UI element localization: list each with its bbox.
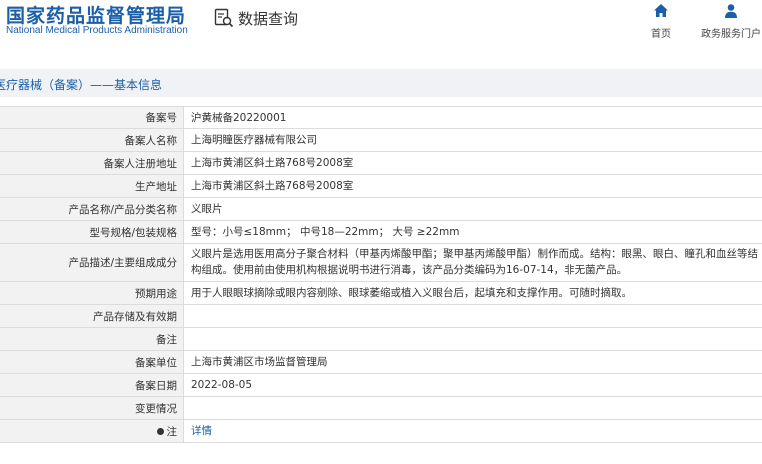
table-row: 产品名称/产品分类名称 义眼片: [0, 198, 762, 221]
row-label: 备案人名称: [0, 129, 184, 151]
data-query-icon: [214, 8, 234, 28]
table-row: 变更情况: [0, 397, 762, 420]
row-value: 上海市黄浦区斜土路768号2008室: [191, 157, 354, 169]
nav-service-portal[interactable]: 政务服务门户: [700, 3, 762, 40]
table-row: 产品存储及有效期: [0, 305, 762, 328]
product-description-text: 义眼片是选用医用高分子聚合材料（甲基丙烯酸甲酯；聚甲基丙烯酸甲酯）制作而成。结构…: [191, 248, 758, 276]
table-row: 备注: [0, 328, 762, 351]
record-info-table: 备案号 沪黄械备20220001 备案人名称 上海明瞳医疗器械有限公司 备案人注…: [0, 106, 762, 443]
row-value: 上海市黄浦区斜土路768号2008室: [191, 180, 354, 192]
table-row: 备案单位 上海市黄浦区市场监督管理局: [0, 351, 762, 374]
row-label: 产品描述/主要组成成分: [0, 244, 184, 281]
row-value: 义眼片: [191, 203, 223, 215]
row-label: 变更情况: [0, 397, 184, 419]
row-label: 备案号: [0, 107, 184, 128]
note-label-text: 注: [166, 425, 178, 438]
table-row: 预期用途 用于人眼眼球摘除或眼内容剜除、眼球萎缩或植入义眼台后，起填充和支撑作用…: [0, 282, 762, 305]
table-row: 生产地址 上海市黄浦区斜土路768号2008室: [0, 175, 762, 198]
table-row: 型号规格/包装规格 型号：小号≤18mm； 中号18—22mm； 大号 ≥22m…: [0, 221, 762, 244]
row-value: [184, 397, 762, 419]
row-label: 生产地址: [0, 175, 184, 197]
table-row: 注 详情: [0, 420, 762, 443]
row-value: 沪黄械备20220001: [191, 111, 287, 124]
table-row: 备案人名称 上海明瞳医疗器械有限公司: [0, 129, 762, 152]
table-row: 备案人注册地址 上海市黄浦区斜土路768号2008室: [0, 152, 762, 175]
row-value: 上海明瞳医疗器械有限公司: [191, 134, 317, 146]
nav-home[interactable]: 首页: [648, 3, 674, 40]
row-label: 备案单位: [0, 351, 184, 373]
row-value: [184, 305, 762, 327]
row-value: 上海市黄浦区市场监督管理局: [191, 356, 328, 368]
row-value: 型号：小号≤18mm； 中号18—22mm； 大号 ≥22mm: [191, 226, 460, 238]
data-query-link[interactable]: 数据查询: [214, 6, 298, 30]
section-title: 医疗器械（备案）——基本信息: [0, 78, 163, 92]
note-label-wrap: 注: [156, 424, 178, 439]
user-icon: [723, 3, 739, 23]
row-label: 备案日期: [0, 374, 184, 396]
section-header: 医疗器械（备案）——基本信息: [0, 69, 762, 97]
row-label: 备案人注册地址: [0, 152, 184, 174]
nav-service-portal-label: 政务服务门户: [701, 29, 761, 40]
row-value: [184, 328, 762, 350]
row-value: 用于人眼眼球摘除或眼内容剜除、眼球萎缩或植入义眼台后，起填充和支撑作用。可随时摘…: [191, 287, 632, 299]
row-value: 义眼片是选用医用高分子聚合材料（甲基丙烯酸甲酯；聚甲基丙烯酸甲酯）制作而成。结构…: [184, 244, 762, 281]
row-label: 注: [0, 420, 184, 442]
table-row: 备案号 沪黄械备20220001: [0, 106, 762, 129]
nav-home-label: 首页: [651, 29, 671, 40]
home-icon: [653, 3, 669, 23]
row-label: 预期用途: [0, 282, 184, 304]
row-label: 产品名称/产品分类名称: [0, 198, 184, 220]
location-pin-icon: [156, 427, 164, 435]
row-label: 型号规格/包装规格: [0, 221, 184, 243]
site-header: 国家药品监督管理局 National Medical Products Admi…: [0, 0, 762, 50]
row-label: 备注: [0, 328, 184, 350]
row-value: 2022-08-05: [191, 379, 253, 391]
row-value: 详情: [184, 420, 762, 442]
row-label: 产品存储及有效期: [0, 305, 184, 327]
details-link[interactable]: 详情: [191, 423, 212, 439]
site-logo-subtitle: National Medical Products Administration: [6, 25, 188, 36]
site-logo-title[interactable]: 国家药品监督管理局: [6, 1, 186, 28]
data-query-title: 数据查询: [238, 9, 299, 28]
table-row: 备案日期 2022-08-05: [0, 374, 762, 397]
table-row: 产品描述/主要组成成分 义眼片是选用医用高分子聚合材料（甲基丙烯酸甲酯；聚甲基丙…: [0, 244, 762, 282]
